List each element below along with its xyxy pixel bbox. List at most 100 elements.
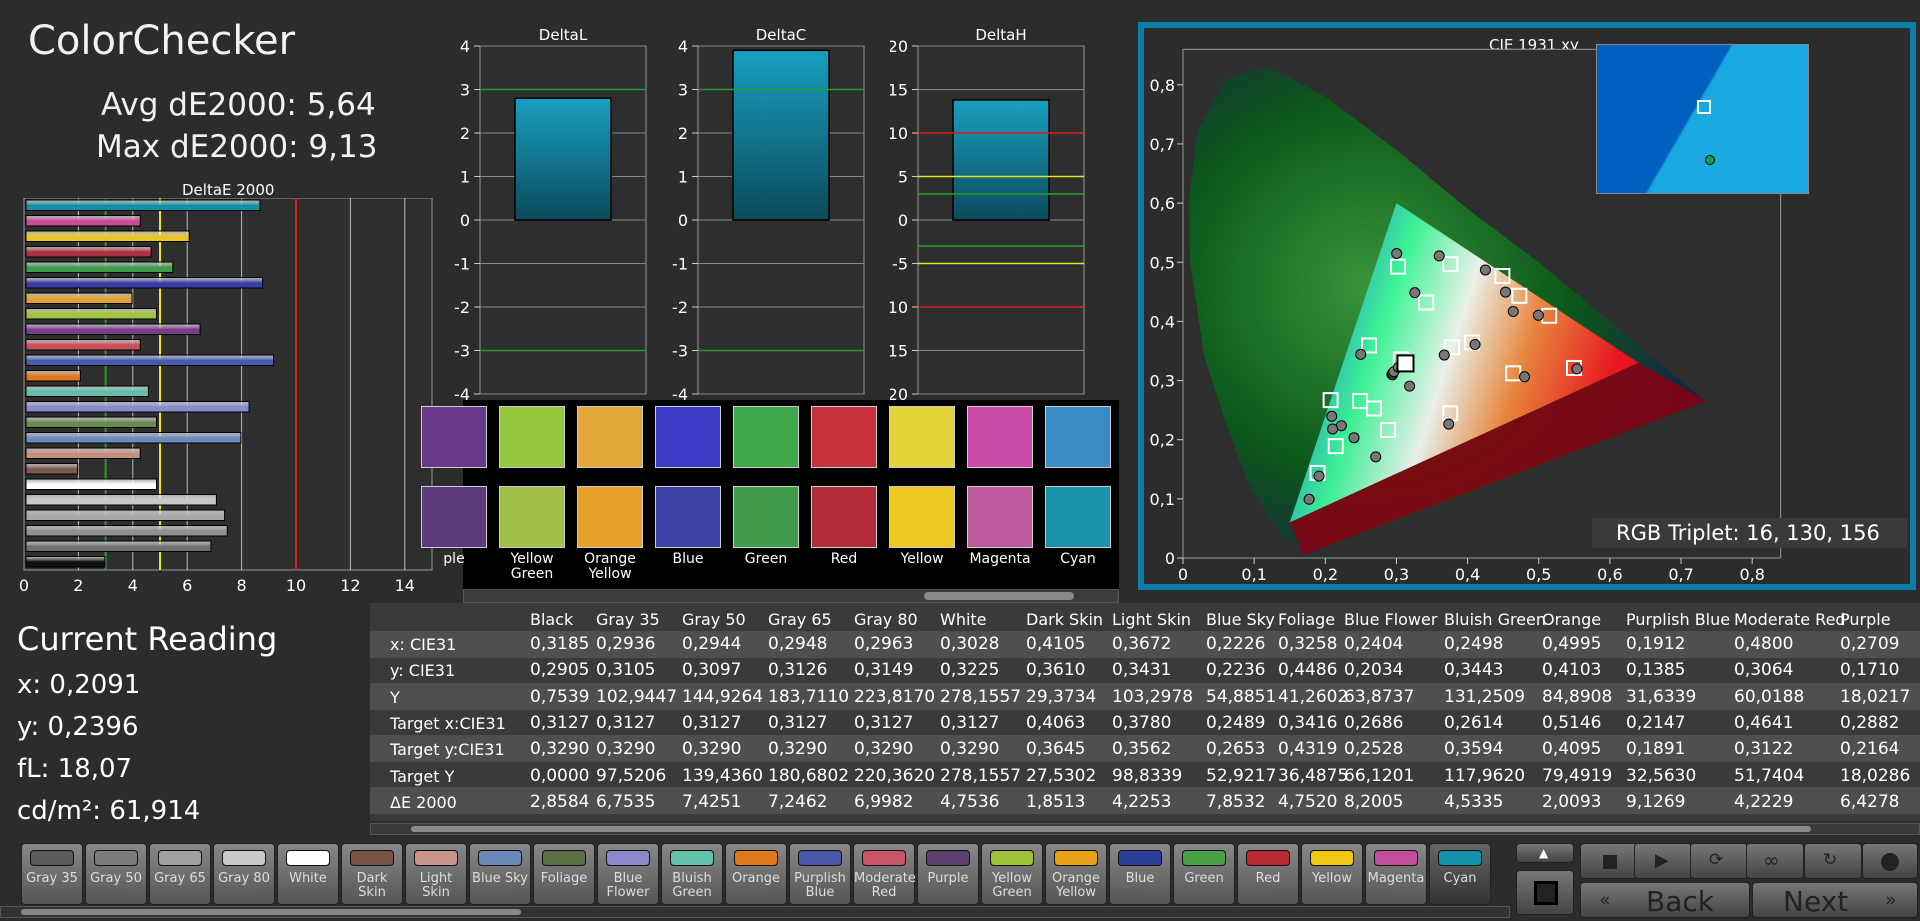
delta-tick-label: 3 (460, 81, 470, 100)
target-swatch (1045, 406, 1111, 468)
patch-label: Blue Flower (606, 871, 650, 900)
patch-button[interactable]: Green (1173, 843, 1235, 905)
table-cell: 0,3290 (530, 739, 590, 760)
patch-button[interactable]: Gray 35 (21, 843, 83, 905)
patch-scroll-thumb[interactable] (21, 909, 521, 915)
table-scrollbar[interactable] (370, 823, 1920, 835)
record-button[interactable] (1862, 843, 1918, 879)
patch-button[interactable]: Light Skin (405, 843, 467, 905)
patch-button[interactable]: Purple (917, 843, 979, 905)
measured-marker (1532, 309, 1544, 321)
patch-button[interactable]: Blue Flower (597, 843, 659, 905)
deltae-bar (25, 494, 217, 506)
deltae-tick-label: 10 (286, 576, 306, 595)
table-cell: 0,2147 (1626, 712, 1686, 733)
table-cell: 0,3594 (1444, 739, 1504, 760)
loop-button[interactable]: ⟳ (1690, 843, 1748, 879)
patch-swatch (926, 850, 970, 866)
table-column-header: Gray 35 (596, 610, 660, 629)
cie-y-tick-label: 0,5 (1150, 253, 1175, 272)
table-cell: 79,4919 (1542, 765, 1613, 786)
next-button[interactable]: Next » (1752, 882, 1918, 918)
target-swatch (577, 406, 643, 468)
patch-button[interactable]: Magenta (1365, 843, 1427, 905)
deltae-tick-label: 12 (340, 576, 360, 595)
back-arrow-icon: « (1599, 889, 1611, 911)
cie-x-tick-label: 0,7 (1668, 565, 1693, 584)
measured-marker (1409, 287, 1421, 299)
patch-button[interactable]: Yellow (1301, 843, 1363, 905)
measured-marker (1303, 493, 1315, 505)
patch-button[interactable]: Gray 50 (85, 843, 147, 905)
patch-button[interactable]: Yellow Green (981, 843, 1043, 905)
table-cell: 54,8851 (1206, 686, 1277, 707)
table-scroll-thumb[interactable] (411, 826, 1811, 832)
patch-button[interactable]: Dark Skin (341, 843, 403, 905)
patch-button[interactable]: Orange Yellow (1045, 843, 1107, 905)
patch-button[interactable]: White (277, 843, 339, 905)
delta-tick-label: 4 (678, 37, 688, 56)
patch-button[interactable]: Foliage (533, 843, 595, 905)
loop-icon: ⟳ (1709, 850, 1724, 870)
measured-marker (1326, 410, 1338, 422)
continuous-button[interactable]: ∞ (1746, 843, 1804, 879)
table-cell: 60,0188 (1734, 686, 1805, 707)
whitepoint-marker (1396, 354, 1415, 373)
patch-button[interactable]: Moderate Red (853, 843, 916, 905)
stop-square-button[interactable] (1516, 870, 1574, 915)
measured-marker (1479, 264, 1491, 276)
deltae-bar (25, 432, 242, 444)
table-cell: 0,3258 (1278, 634, 1338, 654)
back-button[interactable]: « Back (1580, 882, 1750, 918)
table-cell: 0,4995 (1542, 634, 1602, 654)
patch-button[interactable]: Bluish Green (661, 843, 723, 905)
measured-marker (1433, 250, 1445, 262)
table-cell: 52,9217 (1206, 765, 1277, 786)
table-cell: 0,3290 (768, 739, 828, 760)
table-cell: 0,4641 (1734, 712, 1794, 733)
table-cell: 0,2963 (854, 634, 914, 654)
swatch-label: Yellow Green (510, 551, 554, 582)
patch-scrollbar[interactable] (0, 906, 1510, 918)
patch-button[interactable]: Gray 65 (149, 843, 211, 905)
swatch-label: Blue (672, 551, 704, 567)
patch-button[interactable]: Orange (725, 843, 787, 905)
table-column-header: Gray 50 (682, 610, 746, 629)
table-cell: 0,2686 (1344, 712, 1404, 733)
back-label: Back (1646, 885, 1714, 918)
patch-button[interactable]: Red (1237, 843, 1299, 905)
table-cell: 0,3290 (854, 739, 914, 760)
delta-tick-label: 10 (890, 124, 908, 143)
patch-button[interactable]: Purplish Blue (789, 843, 851, 905)
table-cell: 63,8737 (1344, 686, 1415, 707)
table-cell: 7,4251 (682, 791, 742, 812)
table-row-label: Target x:CIE31 (390, 713, 506, 733)
table-cell: 0,7539 (530, 686, 590, 707)
cie-y-tick-label: 0,6 (1150, 194, 1175, 213)
patch-button[interactable]: Blue (1109, 843, 1171, 905)
swatch-scrollbar[interactable] (463, 589, 1119, 603)
deltae-bar (25, 509, 226, 521)
refresh-button[interactable]: ↻ (1804, 843, 1862, 879)
table-column-header: Bluish Green (1444, 610, 1547, 629)
patch-swatch (1118, 850, 1162, 866)
delta-tick-label: -15 (890, 342, 908, 361)
play-button[interactable]: ▶ (1634, 843, 1692, 879)
table-column-header: Purple (1840, 610, 1891, 629)
patch-button[interactable]: Cyan (1429, 843, 1491, 905)
cie-x-tick-label: 0,8 (1739, 565, 1764, 584)
patch-label: Purple (927, 871, 969, 886)
target-swatch (733, 406, 799, 468)
cie-x-tick-label: 0,3 (1384, 565, 1409, 584)
patch-label: White (289, 871, 327, 886)
scroll-up-button[interactable]: ▲ (1516, 843, 1574, 863)
stop-button[interactable] (1580, 843, 1638, 879)
patch-button[interactable]: Gray 80 (213, 843, 275, 905)
swatch-scroll-thumb[interactable] (924, 592, 1074, 600)
patch-label: Gray 65 (154, 871, 206, 886)
measured-marker (1507, 306, 1519, 318)
table-cell: 4,2229 (1734, 791, 1794, 812)
patch-button[interactable]: Blue Sky (469, 843, 531, 905)
square-icon (1534, 881, 1558, 905)
patch-label: Blue Sky (472, 871, 528, 886)
